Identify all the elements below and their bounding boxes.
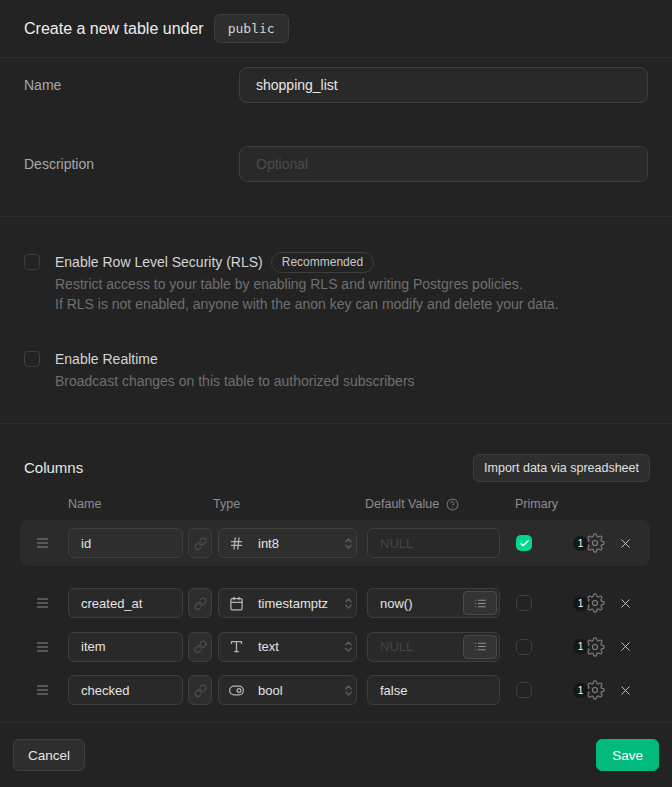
realtime-description: Broadcast changes on this table to autho… [55, 372, 415, 392]
remove-column-icon[interactable] [618, 639, 633, 654]
settings-count-badge: 1 [573, 683, 588, 698]
realtime-checkbox[interactable] [24, 351, 40, 367]
realtime-option: Enable Realtime Broadcast changes on thi… [24, 351, 648, 392]
column-name-input[interactable] [68, 675, 183, 705]
column-type-select[interactable]: timestamptz [218, 588, 357, 618]
cancel-button[interactable]: Cancel [13, 739, 85, 771]
rls-checkbox[interactable] [24, 254, 40, 270]
recommended-badge: Recommended [271, 252, 374, 273]
foreign-key-link-icon[interactable] [188, 675, 212, 705]
remove-column-icon[interactable] [618, 596, 633, 611]
gear-icon [585, 533, 605, 553]
gear-icon [585, 593, 605, 613]
rls-label: Enable Row Level Security (RLS) [55, 254, 263, 270]
column-name-input[interactable] [68, 588, 183, 618]
column-type-select[interactable]: bool [218, 675, 357, 705]
settings-count-badge: 1 [573, 639, 588, 654]
options-section: Enable Row Level Security (RLS) Recommen… [0, 217, 672, 424]
column-header-type: Type [213, 497, 240, 511]
remove-column-icon[interactable] [618, 536, 633, 551]
column-default-input[interactable] [367, 528, 500, 558]
gear-icon [585, 680, 605, 700]
select-chevrons-icon [344, 683, 353, 698]
column-type-select[interactable]: int8 [218, 528, 357, 558]
table-description-input[interactable] [239, 146, 648, 182]
column-row: bool 1 [20, 675, 650, 705]
settings-count-badge: 1 [573, 536, 588, 551]
dialog-footer: Cancel Save [0, 723, 672, 787]
hash-icon [229, 536, 244, 551]
rls-description-line2: If RLS is not enabled, anyone with the a… [55, 295, 559, 315]
drag-handle-icon[interactable] [37, 642, 48, 652]
columns-section: Columns Import data via spreadsheet Name… [0, 424, 672, 723]
description-label: Description [24, 146, 239, 182]
foreign-key-link-icon[interactable] [188, 528, 212, 558]
column-type-value: text [258, 639, 344, 654]
column-settings-button[interactable]: 1 [573, 592, 605, 614]
columns-table-header: Name Type Default Value Primary [20, 497, 650, 511]
save-button[interactable]: Save [596, 739, 659, 771]
dialog-title: Create a new table under [24, 20, 204, 38]
column-settings-button[interactable]: 1 [573, 532, 605, 554]
table-name-input[interactable] [239, 67, 648, 103]
column-settings-button[interactable]: 1 [573, 679, 605, 701]
primary-checkbox[interactable] [516, 595, 532, 611]
form-section: Name Description [0, 58, 672, 217]
foreign-key-link-icon[interactable] [188, 588, 212, 618]
column-type-value: timestamptz [258, 596, 344, 611]
column-name-input[interactable] [68, 528, 183, 558]
primary-checkbox[interactable] [516, 682, 532, 698]
column-name-input[interactable] [68, 632, 183, 662]
select-chevrons-icon [344, 639, 353, 654]
gear-icon [585, 637, 605, 657]
column-row: text 1 [20, 632, 650, 662]
primary-checkbox[interactable] [516, 639, 532, 655]
dialog-header: Create a new table under public [0, 0, 672, 58]
column-header-name: Name [68, 497, 101, 511]
text-type-icon [229, 639, 244, 654]
help-icon[interactable] [446, 498, 459, 511]
foreign-key-link-icon[interactable] [188, 632, 212, 662]
column-row: int8 1 [20, 520, 650, 566]
default-value-menu-button[interactable] [463, 635, 497, 659]
default-value-menu-button[interactable] [463, 591, 497, 615]
settings-count-badge: 1 [573, 596, 588, 611]
realtime-label: Enable Realtime [55, 351, 158, 367]
column-row: timestamptz 1 [20, 588, 650, 618]
column-header-primary: Primary [515, 497, 558, 511]
column-default-input[interactable] [367, 675, 500, 705]
column-type-value: int8 [258, 536, 344, 551]
remove-column-icon[interactable] [618, 683, 633, 698]
schema-chip: public [214, 14, 289, 43]
select-chevrons-icon [344, 536, 353, 551]
column-type-value: bool [258, 683, 344, 698]
column-type-select[interactable]: text [218, 632, 357, 662]
primary-checkbox-checked[interactable] [516, 535, 532, 551]
calendar-icon [229, 596, 244, 611]
toggle-icon [229, 683, 244, 698]
column-settings-button[interactable]: 1 [573, 636, 605, 658]
rls-option: Enable Row Level Security (RLS) Recommen… [24, 254, 648, 314]
drag-handle-icon[interactable] [37, 598, 48, 608]
rls-description-line1: Restrict access to your table by enablin… [55, 275, 559, 295]
select-chevrons-icon [344, 596, 353, 611]
import-data-button[interactable]: Import data via spreadsheet [473, 454, 650, 482]
drag-handle-icon[interactable] [37, 685, 48, 695]
column-header-default: Default Value [365, 497, 439, 511]
columns-title: Columns [24, 459, 83, 476]
name-label: Name [24, 67, 239, 103]
drag-handle-icon[interactable] [37, 538, 48, 548]
